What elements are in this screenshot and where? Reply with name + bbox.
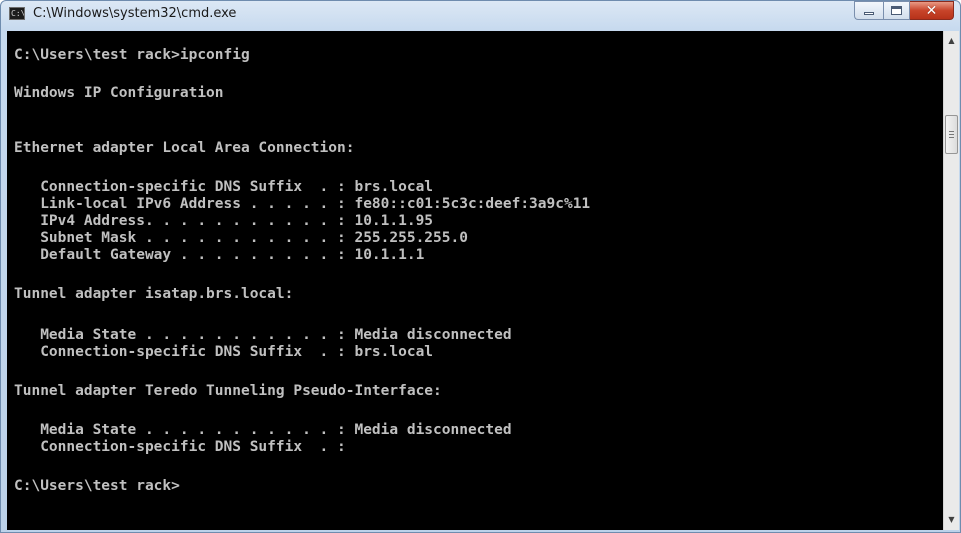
minimize-icon: [864, 12, 874, 15]
close-icon: ✕: [925, 2, 938, 19]
console-line: Media State . . . . . . . . . . . : Medi…: [14, 422, 512, 438]
console-line: C:\Users\test rack>: [14, 478, 180, 494]
window-title: C:\Windows\system32\cmd.exe: [33, 6, 237, 21]
maximize-icon: [891, 6, 902, 15]
console-line: Link-local IPv6 Address . . . . . : fe80…: [14, 196, 591, 212]
scroll-down-icon[interactable]: ▼: [944, 512, 959, 528]
console-line: Ethernet adapter Local Area Connection:: [14, 140, 355, 156]
cmd-icon[interactable]: C:\: [9, 7, 25, 20]
console-line: Subnet Mask . . . . . . . . . . . : 255.…: [14, 230, 468, 246]
vertical-scrollbar[interactable]: ▲ ▼: [943, 31, 959, 530]
window-controls: ✕: [854, 1, 954, 21]
console-line: Tunnel adapter isatap.brs.local:: [14, 286, 294, 302]
grip-line: [949, 131, 954, 132]
console-line: Windows IP Configuration: [14, 85, 224, 101]
console-line: Media State . . . . . . . . . . . : Medi…: [14, 327, 512, 343]
title-bar[interactable]: C:\ C:\Windows\system32\cmd.exe ✕: [1, 1, 960, 31]
console-line: Tunnel adapter Teredo Tunneling Pseudo-I…: [14, 383, 442, 399]
grip-line: [949, 137, 954, 138]
console-line: IPv4 Address. . . . . . . . . . . : 10.1…: [14, 213, 434, 229]
grip-line: [949, 134, 954, 135]
console-line: Default Gateway . . . . . . . . . : 10.1…: [14, 247, 425, 263]
cmd-window: C:\ C:\Windows\system32\cmd.exe ✕ C:\Use…: [0, 0, 961, 533]
minimize-button[interactable]: [854, 1, 883, 20]
console-line: C:\Users\test rack>ipconfig: [14, 47, 250, 63]
maximize-button[interactable]: [883, 1, 910, 20]
scrollbar-thumb[interactable]: [945, 115, 958, 154]
console-line: Connection-specific DNS Suffix . : brs.l…: [14, 344, 434, 360]
console-output[interactable]: C:\Users\test rack>ipconfig Windows IP C…: [7, 31, 943, 530]
close-button[interactable]: ✕: [910, 1, 954, 20]
console-line: Connection-specific DNS Suffix . : brs.l…: [14, 179, 434, 195]
console-line: Connection-specific DNS Suffix . :: [14, 439, 346, 455]
scroll-up-icon[interactable]: ▲: [944, 33, 959, 49]
